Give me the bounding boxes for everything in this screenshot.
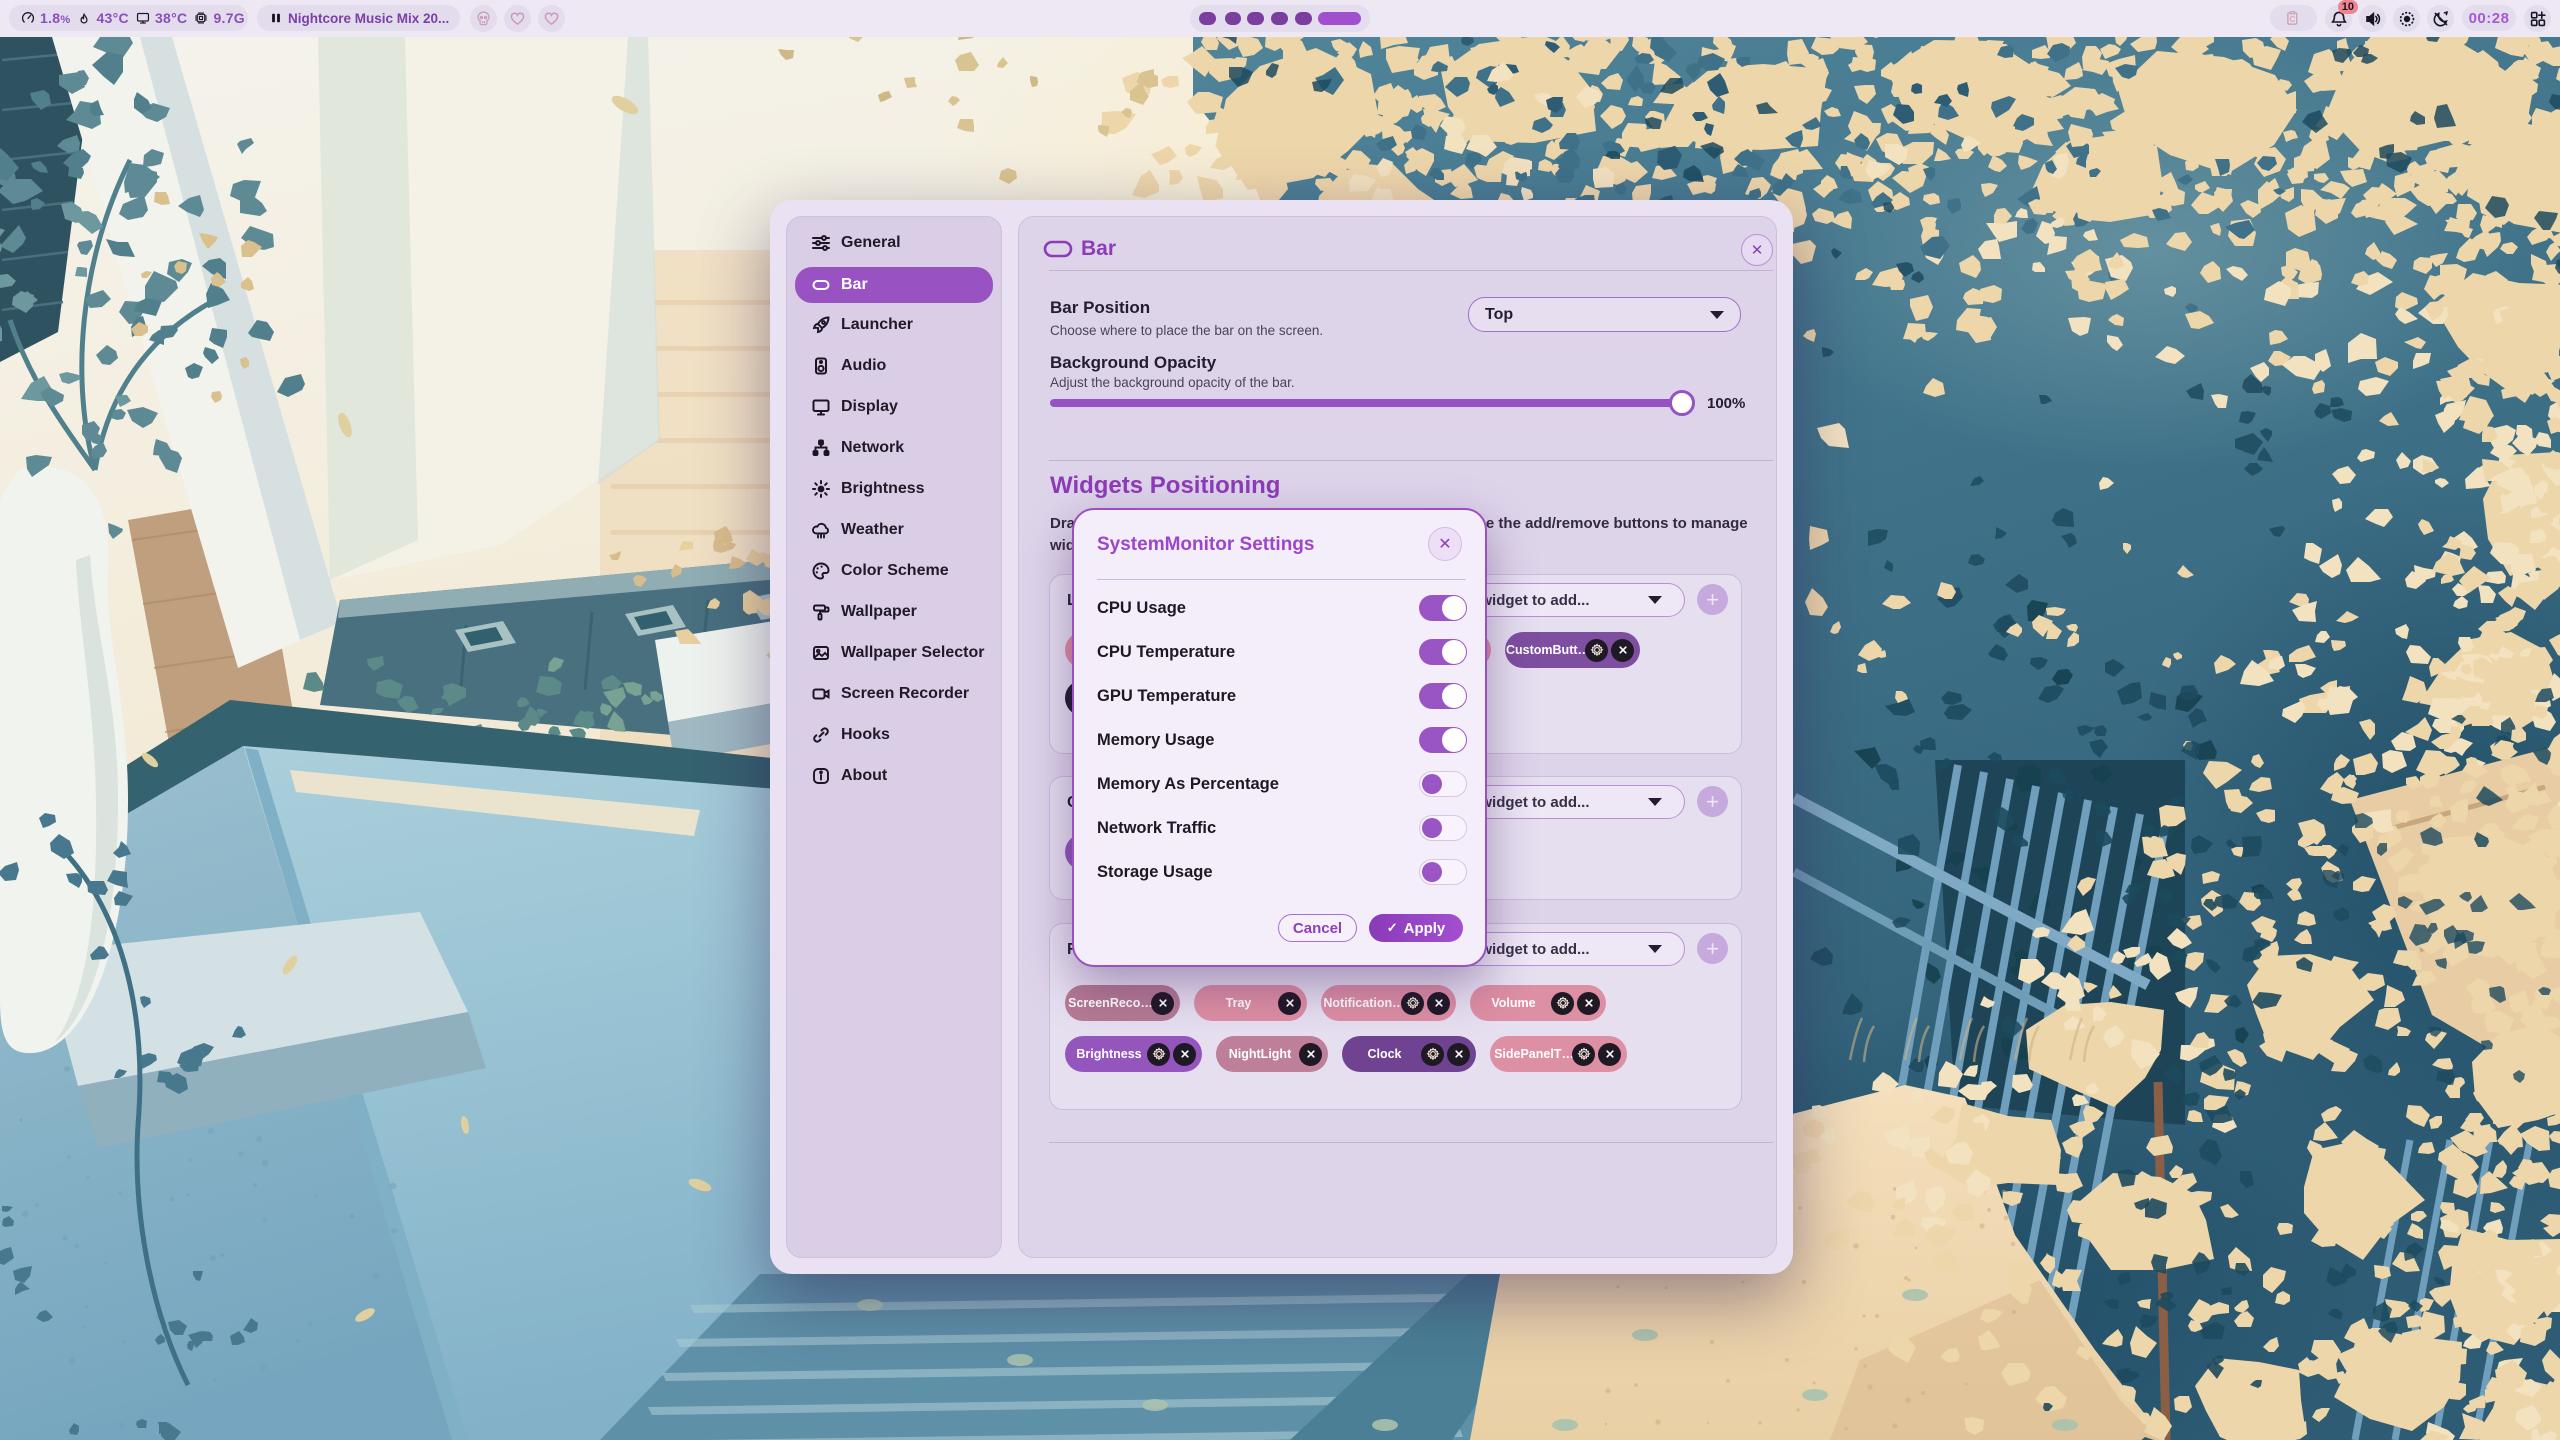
svg-text:C: C [2289, 14, 2295, 23]
